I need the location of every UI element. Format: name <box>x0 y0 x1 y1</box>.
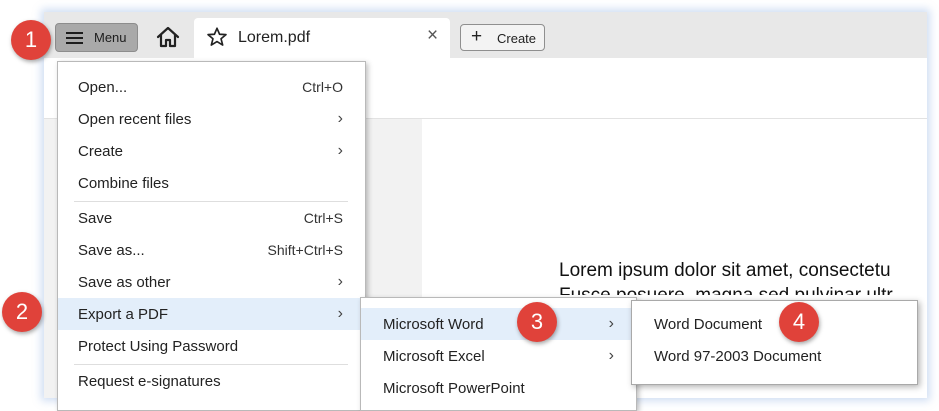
menu-item-label: Word Document <box>654 316 763 333</box>
main-menu: Open... Ctrl+O Open recent files › Creat… <box>57 61 366 411</box>
chevron-right-icon: › <box>337 305 343 322</box>
menu-item-label: Microsoft Excel <box>383 348 485 365</box>
step-badge: 4 <box>779 302 819 342</box>
document-text-line: Lorem ipsum dolor sit amet, consectetu <box>559 260 891 281</box>
menu-item-label: Microsoft PowerPoint <box>383 380 525 397</box>
chevron-right-icon: › <box>608 347 614 364</box>
menu-item-export-pdf[interactable]: Export a PDF › <box>58 298 365 330</box>
create-button-label: Create <box>497 31 537 46</box>
menu-button[interactable]: Menu <box>55 23 138 52</box>
menu-item-label: Microsoft Word <box>383 316 484 333</box>
menu-item-label: Combine files <box>78 175 169 192</box>
tab-bar: Menu Lorem.pdf × + Create <box>44 12 927 58</box>
menu-item-label: Word 97-2003 Document <box>654 348 822 365</box>
step-badge: 1 <box>11 20 51 60</box>
chevron-right-icon: › <box>337 142 343 159</box>
submenu-item-word-97-2003[interactable]: Word 97-2003 Document <box>632 340 917 372</box>
menu-item-label: Protect Using Password <box>78 338 239 355</box>
menu-item-label: Open recent files <box>78 111 192 128</box>
menu-item-shortcut: Ctrl+O <box>302 79 343 95</box>
home-icon[interactable] <box>156 26 180 48</box>
menu-item-label: Save <box>78 210 113 227</box>
word-submenu: Word Document Word 97-2003 Document <box>631 300 918 385</box>
export-submenu: Microsoft Word › Microsoft Excel › Micro… <box>360 297 637 411</box>
star-icon[interactable] <box>206 26 228 48</box>
hamburger-icon <box>66 32 83 45</box>
chevron-right-icon: › <box>608 315 614 332</box>
menu-item-save[interactable]: Save Ctrl+S <box>58 202 365 234</box>
create-button[interactable]: + Create <box>460 24 545 51</box>
submenu-item-microsoft-excel[interactable]: Microsoft Excel › <box>361 340 636 372</box>
menu-item-label: Export a PDF <box>78 306 169 323</box>
step-badge: 3 <box>517 302 557 342</box>
menu-item-shortcut: Ctrl+S <box>303 210 343 226</box>
close-icon[interactable]: × <box>427 26 438 46</box>
submenu-item-word-document[interactable]: Word Document <box>632 308 917 340</box>
document-tab[interactable]: Lorem.pdf × <box>194 18 450 58</box>
menu-item-label: Save as other <box>78 274 171 291</box>
menu-item-label: Open... <box>78 79 128 96</box>
submenu-item-microsoft-powerpoint[interactable]: Microsoft PowerPoint <box>361 372 636 404</box>
menu-item-save-as-other[interactable]: Save as other › <box>58 266 365 298</box>
menu-item-label: Create <box>78 143 124 160</box>
document-text-line: Fusce posuere, magna sed pulvinar ultr <box>559 285 893 295</box>
menu-item-shortcut: Shift+Ctrl+S <box>267 242 343 258</box>
chevron-right-icon: › <box>337 273 343 290</box>
submenu-item-microsoft-word[interactable]: Microsoft Word › <box>361 308 636 340</box>
menu-item-combine-files[interactable]: Combine files <box>58 167 365 199</box>
menu-button-label: Menu <box>94 30 127 45</box>
menu-item-open-recent[interactable]: Open recent files › <box>58 103 365 135</box>
chevron-right-icon: › <box>337 110 343 127</box>
menu-item-open[interactable]: Open... Ctrl+O <box>58 71 365 103</box>
menu-item-label: Request e-signatures <box>78 373 221 390</box>
menu-item-request-esignatures[interactable]: Request e-signatures <box>58 365 365 397</box>
plus-icon: + <box>471 26 483 47</box>
menu-item-create[interactable]: Create › <box>58 135 365 167</box>
menu-item-save-as[interactable]: Save as... Shift+Ctrl+S <box>58 234 365 266</box>
menu-item-protect-password[interactable]: Protect Using Password <box>58 330 365 362</box>
step-badge: 2 <box>2 292 42 332</box>
document-tab-name: Lorem.pdf <box>238 29 311 46</box>
menu-item-label: Save as... <box>78 242 145 259</box>
